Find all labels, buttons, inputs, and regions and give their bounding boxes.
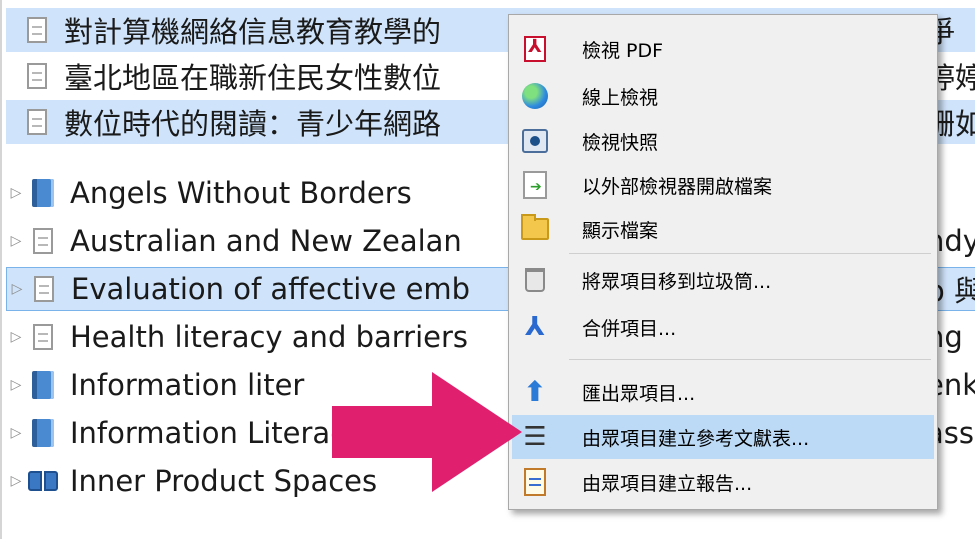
expand-arrow-icon[interactable]: ▷	[6, 473, 26, 489]
menu-item-label: 合併項目...	[582, 317, 677, 340]
book-icon	[32, 179, 54, 207]
menu-item[interactable]: 線上檢視	[512, 74, 934, 118]
document-icon	[20, 105, 54, 139]
menu-item-label: 匯出眾項目...	[582, 382, 696, 405]
pointer-arrow-annotation	[332, 372, 522, 492]
menu-item-label: 以外部檢視器開啟檔案	[582, 175, 773, 198]
menu-item-label: 檢視 PDF	[582, 39, 664, 62]
item-title: Information liter	[70, 368, 305, 402]
menu-item[interactable]: ☰ 由眾項目建立參考文獻表...	[512, 415, 934, 459]
document-icon	[33, 324, 53, 350]
document-icon	[34, 276, 54, 302]
book-icon	[26, 416, 60, 450]
document-icon	[26, 320, 60, 354]
external-open-icon	[520, 170, 550, 200]
report-icon	[520, 467, 550, 497]
trash-icon	[520, 265, 550, 295]
pdf-icon	[524, 36, 546, 62]
bibliography-icon: ☰	[520, 422, 550, 452]
menu-item[interactable]: 檢視 PDF	[512, 27, 934, 71]
menu-item-label: 將眾項目移到垃圾筒...	[582, 270, 772, 293]
menu-item-label: 顯示檔案	[582, 219, 659, 242]
item-title: Health literacy and barriers	[70, 320, 469, 354]
pdf-icon	[520, 34, 550, 64]
menu-item[interactable]: 以外部檢視器開啟檔案	[512, 163, 934, 207]
camera-icon	[520, 126, 550, 156]
menu-item[interactable]: 由眾項目建立報告...	[512, 460, 934, 504]
external-open-icon	[523, 171, 547, 199]
report-icon	[524, 468, 546, 496]
item-title: 數位時代的閱讀：青少年網路	[64, 107, 442, 141]
book-icon	[26, 368, 60, 402]
bibliography-icon: ☰	[523, 422, 547, 452]
expand-arrow-icon[interactable]: ▷	[6, 233, 26, 249]
context-menu: 檢視 PDF 線上檢視檢視快照以外部檢視器開啟檔案顯示檔案將眾項目移到垃圾筒...…	[508, 14, 938, 510]
item-title: Angels Without Borders	[70, 176, 412, 210]
export-icon: ⬆	[523, 375, 547, 408]
open-book-icon	[28, 469, 58, 493]
menu-item-label: 由眾項目建立報告...	[582, 472, 753, 495]
menu-item-label: 線上檢視	[582, 86, 659, 109]
document-icon	[27, 109, 47, 135]
document-icon	[26, 224, 60, 258]
merge-icon: ⅄	[520, 312, 550, 342]
export-icon: ⬆	[520, 377, 550, 407]
menu-item[interactable]: ⬆ 匯出眾項目...	[512, 370, 934, 414]
menu-separator	[569, 359, 931, 360]
expand-arrow-icon[interactable]: ▷	[6, 377, 26, 393]
book-icon	[32, 419, 54, 447]
open-book-icon	[26, 464, 60, 498]
item-title: Evaluation of affective emb	[71, 272, 471, 306]
globe-icon	[522, 83, 548, 109]
camera-icon	[522, 129, 548, 153]
globe-icon	[520, 81, 550, 111]
document-icon	[27, 17, 47, 43]
menu-item[interactable]: 顯示檔案	[512, 207, 934, 251]
menu-item[interactable]: ⅄ 合併項目...	[512, 305, 934, 349]
item-title: 臺北地區在職新住民女性數位	[64, 61, 442, 95]
menu-item-label: 由眾項目建立參考文獻表...	[582, 427, 810, 450]
document-icon	[20, 59, 54, 93]
trash-icon	[525, 268, 545, 292]
merge-icon: ⅄	[525, 312, 545, 342]
expand-arrow-icon[interactable]: ▷	[7, 281, 27, 297]
expand-arrow-icon[interactable]: ▷	[6, 425, 26, 441]
menu-item[interactable]: 檢視快照	[512, 119, 934, 163]
book-icon	[26, 176, 60, 210]
expand-arrow-icon[interactable]: ▷	[6, 329, 26, 345]
document-icon	[20, 13, 54, 47]
folder-icon	[521, 214, 549, 240]
document-icon	[27, 63, 47, 89]
menu-item[interactable]: 將眾項目移到垃圾筒...	[512, 258, 934, 302]
menu-item-label: 檢視快照	[582, 131, 659, 154]
document-icon	[33, 228, 53, 254]
expand-arrow-icon[interactable]: ▷	[6, 185, 26, 201]
document-icon	[27, 272, 61, 306]
menu-separator	[569, 253, 931, 254]
book-icon	[32, 371, 54, 399]
item-title: Australian and New Zealan	[70, 224, 462, 258]
folder-icon	[520, 214, 550, 244]
item-title: 對計算機網絡信息教育教學的	[64, 15, 442, 49]
